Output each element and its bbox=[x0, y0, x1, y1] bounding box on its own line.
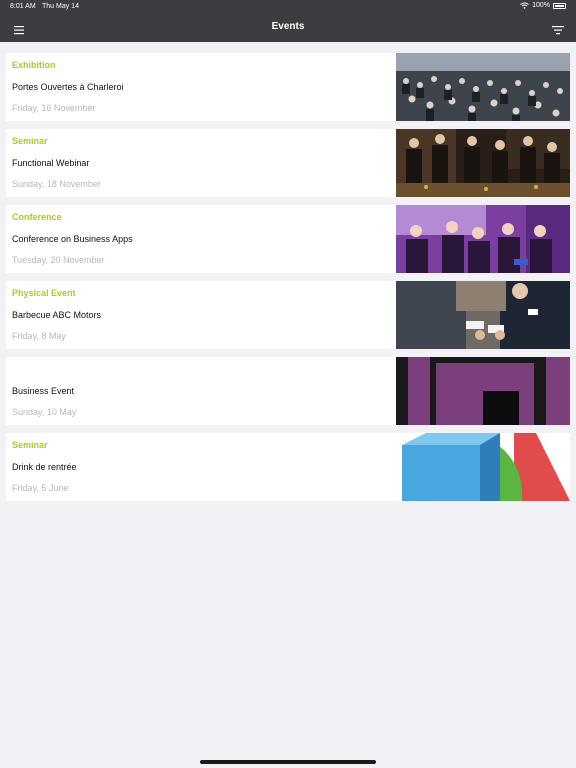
event-type: Physical Event bbox=[12, 288, 76, 298]
wifi-icon bbox=[520, 2, 529, 9]
purple-square-graphic bbox=[396, 357, 570, 425]
crowd-exhibition-photo bbox=[396, 53, 570, 121]
event-type: Seminar bbox=[12, 136, 48, 146]
event-type: Exhibition bbox=[12, 60, 56, 70]
event-type: Seminar bbox=[12, 440, 48, 450]
event-date: Sunday, 18 November bbox=[12, 179, 101, 189]
battery-percent: 100% bbox=[532, 2, 550, 9]
event-date: Friday, 16 November bbox=[12, 103, 96, 113]
event-title: Portes Ouvertes à Charleroi bbox=[12, 82, 124, 92]
business-card-exchange-photo bbox=[396, 281, 570, 349]
event-type: Conference bbox=[12, 212, 62, 222]
status-time: 8:01 AM bbox=[10, 3, 36, 10]
event-date: Tuesday, 20 November bbox=[12, 255, 105, 265]
colorful-shapes-graphic bbox=[396, 433, 570, 501]
event-title: Barbecue ABC Motors bbox=[12, 310, 102, 320]
event-card[interactable]: Seminar Drink de rentrée Friday, 5 June bbox=[6, 433, 570, 501]
status-date: Thu May 14 bbox=[42, 3, 79, 10]
event-card[interactable]: Seminar Functional Webinar Sunday, 18 No… bbox=[6, 129, 570, 197]
event-card[interactable]: Conference Conference on Business Apps T… bbox=[6, 205, 570, 273]
event-title: Conference on Business Apps bbox=[12, 234, 133, 244]
seminar-people-photo bbox=[396, 129, 570, 197]
event-title: Functional Webinar bbox=[12, 158, 90, 168]
event-title: Drink de rentrée bbox=[12, 462, 77, 472]
event-title: Business Event bbox=[12, 386, 75, 396]
filter-icon[interactable] bbox=[551, 22, 565, 35]
event-date: Friday, 5 June bbox=[12, 483, 69, 493]
status-bar: 8:01 AM Thu May 14 100% bbox=[0, 0, 576, 13]
event-card[interactable]: Business Event Sunday, 10 May bbox=[6, 357, 570, 425]
event-card[interactable]: Physical Event Barbecue ABC Motors Frida… bbox=[6, 281, 570, 349]
event-date: Sunday, 10 May bbox=[12, 407, 77, 417]
event-date: Friday, 8 May bbox=[12, 331, 66, 341]
page-title: Events bbox=[271, 21, 305, 32]
battery-icon bbox=[553, 2, 566, 9]
event-card[interactable]: Exhibition Portes Ouvertes à Charleroi F… bbox=[6, 53, 570, 121]
conference-audience-photo bbox=[396, 205, 570, 273]
status-right: 100% bbox=[520, 2, 566, 9]
nav-bar: Events bbox=[0, 13, 576, 42]
home-indicator[interactable] bbox=[200, 760, 376, 764]
